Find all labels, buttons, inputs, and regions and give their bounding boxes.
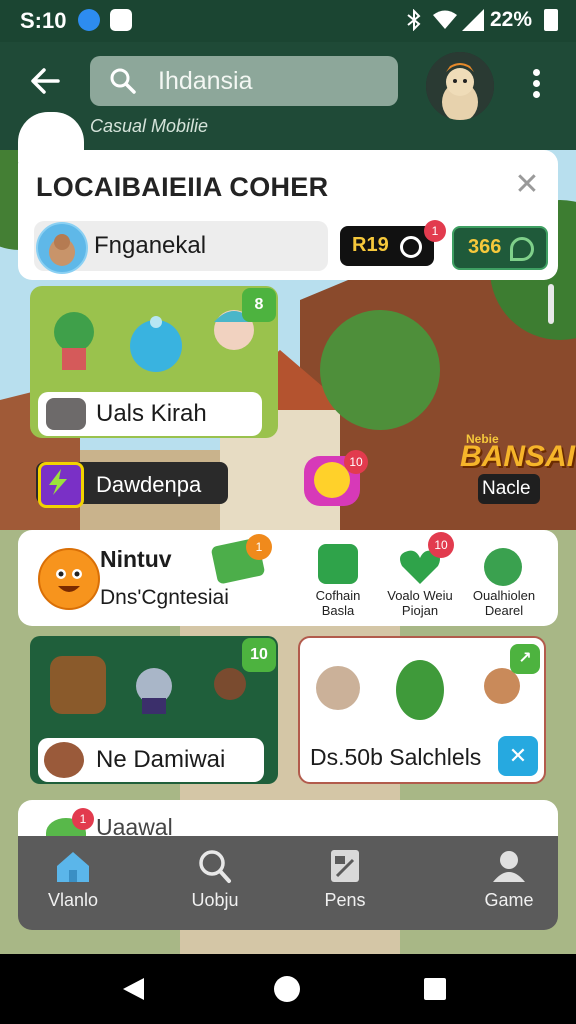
system-navigation-bar	[0, 954, 576, 1024]
location-icon[interactable]	[484, 548, 522, 586]
nav-label-home: Vlanlo	[47, 890, 99, 910]
feature-label-1[interactable]: Cofhain Basla	[298, 588, 378, 618]
peek-badge: 1	[72, 808, 94, 830]
expand-icon[interactable]: ✕	[498, 736, 538, 776]
bottom-navigation: Vlanlo Uobju Pens Game	[18, 836, 558, 930]
share-icon[interactable]: ↗	[510, 644, 540, 674]
system-back-icon[interactable]	[120, 976, 146, 1002]
feature-label-2[interactable]: Voalo Weiu Piojan	[380, 588, 460, 618]
coin-balance-value: R19	[352, 234, 389, 256]
dialog-title: LOCAIBAIEIIA COHER	[36, 172, 329, 202]
nav-tab-home[interactable]: Vlanlo	[18, 848, 128, 911]
wifi-icon	[432, 9, 458, 31]
nav-label-game: Game	[484, 890, 534, 910]
nav-tab-game[interactable]: Game	[454, 848, 564, 911]
more-options-icon[interactable]	[526, 66, 546, 106]
gem-balance-value: 366	[468, 236, 502, 258]
battery-percent: 22%	[490, 8, 533, 31]
card-corner-badge: 8	[242, 288, 276, 322]
banner-chip-label: Nacle	[482, 478, 531, 499]
home-icon	[53, 848, 93, 884]
banner-title: BANSAI!	[460, 440, 576, 473]
app-subtitle: Casual Mobilie	[90, 116, 209, 136]
controller-icon	[46, 398, 86, 430]
profile-name: Fnganekal	[94, 232, 207, 259]
character-avatar-icon	[44, 742, 84, 778]
status-bar: S:10 22%	[0, 0, 576, 42]
grid-icon	[325, 848, 365, 884]
feature-label-3[interactable]: Oualhiolen Dearel	[464, 588, 544, 618]
search-input[interactable]: Ihdansia	[90, 56, 398, 106]
dark-card-label: Ne Damiwai	[96, 746, 226, 773]
lightning-icon	[38, 462, 84, 508]
orange-mascot-icon	[38, 548, 100, 610]
search-icon	[110, 68, 136, 94]
close-icon[interactable]: ✕	[512, 170, 542, 200]
feature-card-icon[interactable]	[318, 544, 358, 584]
refresh-icon	[510, 237, 534, 261]
system-recents-icon[interactable]	[424, 978, 446, 1000]
heart-badge: 10	[428, 532, 454, 558]
dark-card-corner-badge: 10	[242, 638, 276, 672]
nav-tab-pens[interactable]: Pens	[290, 848, 400, 911]
gem-balance-pill[interactable]: 366	[452, 226, 548, 270]
notification-badge: 1	[424, 220, 446, 242]
scrollbar[interactable]	[548, 284, 554, 324]
coin-balance-pill[interactable]: R19	[340, 226, 434, 266]
emoji-badge: 10	[344, 450, 368, 474]
signal-icon	[462, 9, 484, 31]
search-icon	[195, 848, 235, 884]
white-card-label: Ds.50b Salchlels	[310, 744, 482, 770]
promo-title: Nintuv	[100, 546, 172, 572]
nav-tab-search[interactable]: Uobju	[160, 848, 270, 911]
back-arrow-icon[interactable]	[28, 64, 62, 98]
coin-icon	[400, 236, 422, 258]
battery-icon	[544, 9, 558, 31]
status-time: S:10	[20, 8, 67, 33]
person-icon	[489, 848, 529, 884]
search-value: Ihdansia	[158, 67, 253, 95]
user-avatar[interactable]	[426, 52, 494, 120]
profile-avatar-icon	[36, 222, 88, 274]
nav-label-pens: Pens	[324, 890, 366, 910]
money-badge: 1	[246, 534, 272, 560]
notification-app-icon	[78, 9, 100, 31]
system-home-icon[interactable]	[274, 976, 300, 1002]
promo-subtitle: Dns'Cgntesiai	[100, 586, 229, 609]
notification-camera-icon	[110, 9, 132, 31]
bluetooth-icon	[404, 8, 424, 32]
nav-label-search: Uobju	[191, 890, 239, 910]
green-card-label: Uals Kirah	[96, 400, 207, 427]
category-chip-label: Dawdenpa	[96, 472, 202, 497]
